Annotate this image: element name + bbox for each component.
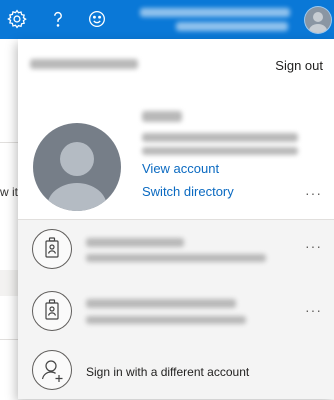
- add-person-icon: [32, 350, 72, 390]
- tenant-name-blur: [30, 59, 138, 69]
- top-avatar[interactable]: [305, 7, 331, 33]
- more-options-icon[interactable]: ···: [305, 302, 322, 318]
- account-email-blur: [142, 133, 298, 142]
- account-email-blur: [140, 8, 290, 17]
- account-row[interactable]: ···: [18, 280, 334, 340]
- more-options-icon[interactable]: ···: [305, 185, 322, 201]
- sign-in-different-label: Sign in with a different account: [86, 365, 250, 379]
- smiley-icon[interactable]: [86, 8, 108, 30]
- top-bar: [0, 0, 334, 39]
- account-email-blur-2: [142, 147, 298, 155]
- account-panel: Sign out View account Switch directory ·…: [18, 39, 334, 399]
- help-icon[interactable]: [47, 8, 69, 30]
- account-avatar: [33, 123, 121, 211]
- switch-directory-link[interactable]: Switch directory: [142, 184, 234, 199]
- badge-icon: [32, 229, 72, 269]
- badge-icon: [32, 291, 72, 331]
- background-text: w it': [0, 185, 18, 199]
- view-account-link[interactable]: View account: [142, 161, 219, 176]
- account-name-blur: [142, 111, 182, 122]
- account-row[interactable]: ···: [18, 220, 334, 280]
- account-name-blur: [86, 238, 184, 247]
- account-email-blur: [86, 254, 266, 262]
- more-options-icon[interactable]: ···: [305, 238, 322, 254]
- account-name-blur: [86, 299, 236, 308]
- account-email-blur: [86, 316, 246, 324]
- background-page: w it': [0, 39, 18, 398]
- sign-out-link[interactable]: Sign out: [275, 58, 323, 73]
- gear-icon[interactable]: [6, 8, 28, 30]
- sign-in-different-account[interactable]: Sign in with a different account: [18, 340, 334, 400]
- other-accounts-section: ··· ··· Sign in with a different account: [18, 219, 334, 399]
- account-tenant-blur: [176, 22, 288, 31]
